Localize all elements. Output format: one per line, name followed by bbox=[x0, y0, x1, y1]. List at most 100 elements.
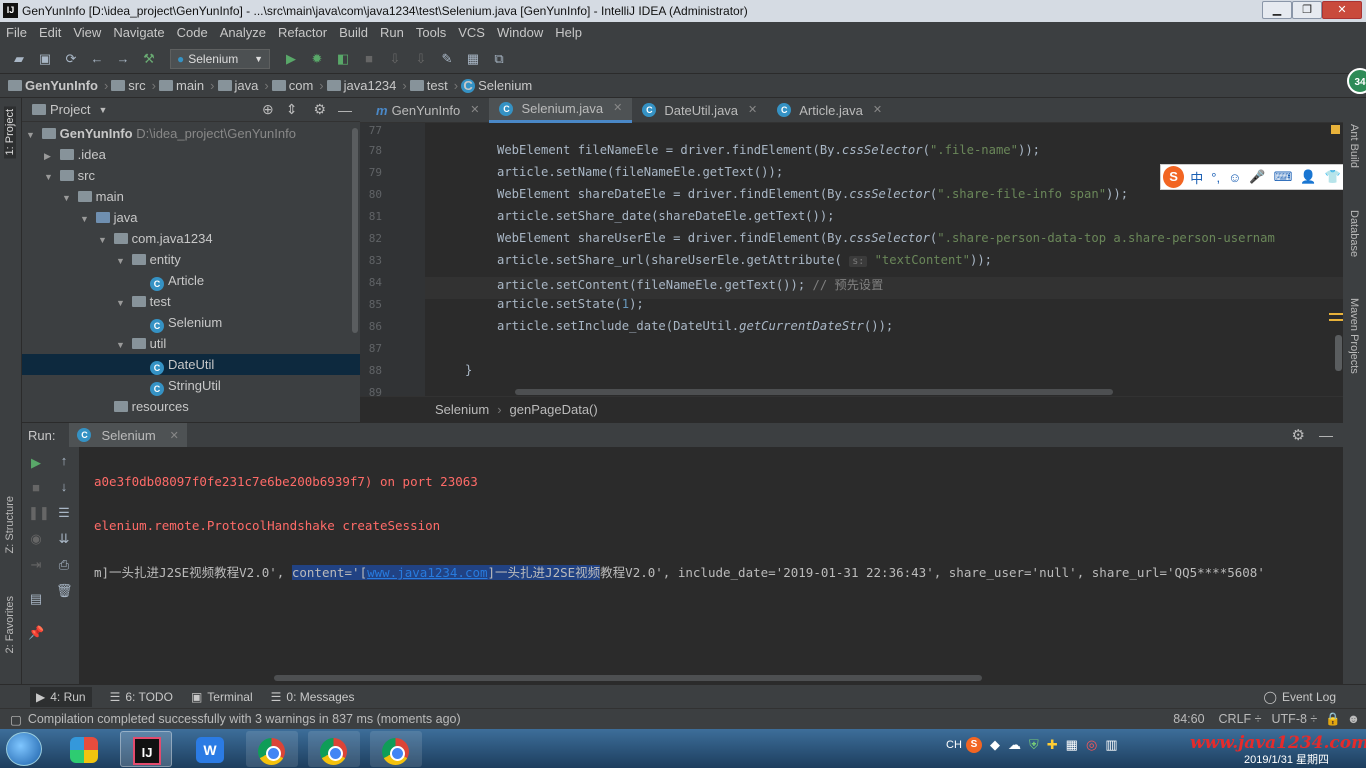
menu-code[interactable]: Code bbox=[171, 22, 214, 44]
gear-icon[interactable]: ⚙ bbox=[313, 101, 326, 118]
editor-h-scrollbar[interactable] bbox=[515, 389, 1113, 395]
tab-dateutil-java[interactable]: C DateUtil.java ✕ bbox=[632, 98, 767, 123]
project-structure-icon[interactable]: ▦ bbox=[464, 50, 482, 68]
caret-position[interactable]: 84:60 bbox=[1173, 712, 1204, 726]
sogou-logo-icon[interactable]: S bbox=[1163, 166, 1185, 188]
inspector-icon[interactable]: ☻ bbox=[1347, 712, 1360, 726]
forward-arrow-icon[interactable]: → bbox=[114, 50, 132, 68]
favorites-tool-tab[interactable]: 2: Favorites bbox=[4, 596, 16, 653]
toolwindow-messages[interactable]: ☰ 0: Messages bbox=[271, 690, 355, 704]
menu-window[interactable]: Window bbox=[491, 22, 549, 44]
keyboard-icon[interactable]: ⌨ bbox=[1274, 169, 1293, 185]
run-configuration-select[interactable]: ● Selenium ▼ bbox=[170, 48, 270, 69]
pause-icon[interactable]: ❚❚ bbox=[28, 505, 50, 521]
tree-item[interactable]: C StringUtil bbox=[22, 375, 360, 396]
tree-item[interactable]: ▼ main bbox=[22, 186, 360, 207]
ant-build-tool-tab[interactable]: Ant Build bbox=[1348, 124, 1360, 168]
collapse-all-icon[interactable]: ⇕ bbox=[286, 101, 298, 118]
menu-navigate[interactable]: Navigate bbox=[107, 22, 170, 44]
intellij-taskbar-icon[interactable]: IJ bbox=[120, 731, 172, 767]
breadcrumb-java1234[interactable]: java1234 bbox=[344, 78, 397, 93]
warning-stripe[interactable] bbox=[1329, 313, 1343, 315]
emoji-icon[interactable]: ☺ bbox=[1228, 170, 1241, 185]
ime-mode[interactable]: 中 bbox=[1190, 168, 1203, 187]
tray-icon[interactable]: ▦ bbox=[1066, 737, 1078, 753]
run-icon[interactable]: ▶ bbox=[282, 50, 300, 68]
menu-help[interactable]: Help bbox=[549, 22, 588, 44]
tree-item-selected[interactable]: C DateUtil bbox=[22, 354, 360, 375]
taskbar-app-icon[interactable] bbox=[58, 731, 110, 767]
tray-icon[interactable]: ◎ bbox=[1086, 737, 1097, 753]
taskbar-date[interactable]: 2019/1/31 星期四 bbox=[1244, 751, 1329, 767]
tree-scrollbar[interactable] bbox=[352, 128, 358, 333]
scroll-to-end-icon[interactable]: ⇊ bbox=[56, 531, 72, 547]
maven-tool-tab[interactable]: Maven Projects bbox=[1348, 298, 1360, 374]
breadcrumb-main[interactable]: main bbox=[176, 78, 204, 93]
tab-selenium-java[interactable]: C Selenium.java ✕ bbox=[489, 97, 633, 123]
menu-file[interactable]: File bbox=[0, 22, 33, 44]
console-h-scrollbar[interactable] bbox=[274, 675, 982, 681]
breadcrumb-selenium[interactable]: Selenium bbox=[478, 78, 532, 93]
project-tool-tab[interactable]: 1: Project bbox=[4, 106, 16, 159]
back-arrow-icon[interactable]: ← bbox=[88, 50, 106, 68]
coverage-icon[interactable]: ◧ bbox=[334, 50, 352, 68]
line-separator[interactable]: CRLF ÷ bbox=[1219, 712, 1262, 726]
database-tool-tab[interactable]: Database bbox=[1348, 210, 1360, 257]
breadcrumb-com[interactable]: com bbox=[289, 78, 314, 93]
file-encoding[interactable]: UTF-8 ÷ bbox=[1272, 712, 1318, 726]
close-icon[interactable]: ✕ bbox=[873, 98, 882, 123]
restore-button[interactable]: ❐ bbox=[1292, 1, 1322, 19]
notification-badge[interactable]: 34 bbox=[1347, 68, 1366, 94]
event-log-button[interactable]: ◯ Event Log bbox=[1264, 690, 1336, 704]
soft-wrap-icon[interactable]: ☰ bbox=[56, 505, 72, 521]
breadcrumb-java[interactable]: java bbox=[235, 78, 259, 93]
breadcrumb-test[interactable]: test bbox=[427, 78, 448, 93]
tab-article-java[interactable]: C Article.java ✕ bbox=[767, 98, 892, 123]
stop-icon[interactable]: ■ bbox=[360, 50, 378, 68]
menu-analyze[interactable]: Analyze bbox=[214, 22, 272, 44]
attach-icon[interactable]: ⇩ bbox=[386, 50, 404, 68]
tree-item[interactable]: ▼ GenYunInfo D:\idea_project\GenYunInfo bbox=[22, 123, 360, 144]
build-hammer-icon[interactable]: ⚒ bbox=[140, 50, 158, 68]
print-icon[interactable]: ⎙ bbox=[56, 557, 72, 573]
tray-icon[interactable]: ✚ bbox=[1047, 737, 1058, 753]
tray-icon[interactable]: ◆ bbox=[990, 737, 1000, 753]
warning-stripe[interactable] bbox=[1329, 319, 1343, 321]
shield-icon[interactable]: ⛨ bbox=[1029, 737, 1039, 753]
sync-icon[interactable]: ⟳ bbox=[62, 50, 80, 68]
user-icon[interactable]: 👤 bbox=[1300, 169, 1316, 185]
chrome-taskbar-icon[interactable] bbox=[308, 731, 360, 767]
toolwindow-terminal[interactable]: ▣ Terminal bbox=[191, 690, 253, 704]
tree-item[interactable]: C Article bbox=[22, 270, 360, 291]
ime-punct[interactable]: °, bbox=[1211, 170, 1220, 185]
structure-tool-tab[interactable]: Z: Structure bbox=[4, 496, 16, 553]
wrench-settings-icon[interactable]: ✎ bbox=[438, 50, 456, 68]
skin-icon[interactable]: 👕 bbox=[1325, 169, 1341, 185]
pin-icon[interactable]: 📌 bbox=[28, 625, 44, 641]
close-window-button[interactable]: ✕ bbox=[1322, 1, 1362, 19]
breadcrumb-src[interactable]: src bbox=[128, 78, 145, 93]
menu-build[interactable]: Build bbox=[333, 22, 374, 44]
menu-refactor[interactable]: Refactor bbox=[272, 22, 333, 44]
exit-icon[interactable]: ⇥ bbox=[28, 557, 44, 573]
save-icon[interactable]: ▣ bbox=[36, 50, 54, 68]
update-icon[interactable]: ⇩ bbox=[412, 50, 430, 68]
console-link[interactable]: www.java1234.com bbox=[367, 565, 488, 580]
menu-edit[interactable]: Edit bbox=[33, 22, 67, 44]
down-arrow-icon[interactable]: ↓ bbox=[56, 479, 72, 495]
gear-icon[interactable]: ⚙ bbox=[1292, 426, 1305, 444]
breadcrumb-genyuninfo[interactable]: GenYunInfo bbox=[25, 78, 98, 93]
breadcrumb-class[interactable]: Selenium bbox=[435, 402, 489, 417]
hide-panel-icon[interactable]: — bbox=[1319, 427, 1333, 443]
menu-run[interactable]: Run bbox=[374, 22, 410, 44]
tab-genyuninfo[interactable]: m GenYunInfo ✕ bbox=[366, 98, 489, 123]
breadcrumb-method[interactable]: genPageData() bbox=[510, 402, 598, 417]
microphone-icon[interactable]: 🎤 bbox=[1249, 169, 1265, 185]
layout-icon[interactable]: ▤ bbox=[28, 591, 44, 607]
menu-tools[interactable]: Tools bbox=[410, 22, 452, 44]
up-arrow-icon[interactable]: ↑ bbox=[56, 453, 72, 469]
tree-item[interactable]: ▼ com.java1234 bbox=[22, 228, 360, 249]
cloud-icon[interactable]: ☁ bbox=[1008, 737, 1021, 753]
minimize-button[interactable]: ▁ bbox=[1262, 1, 1292, 19]
close-icon[interactable]: ✕ bbox=[470, 98, 479, 123]
